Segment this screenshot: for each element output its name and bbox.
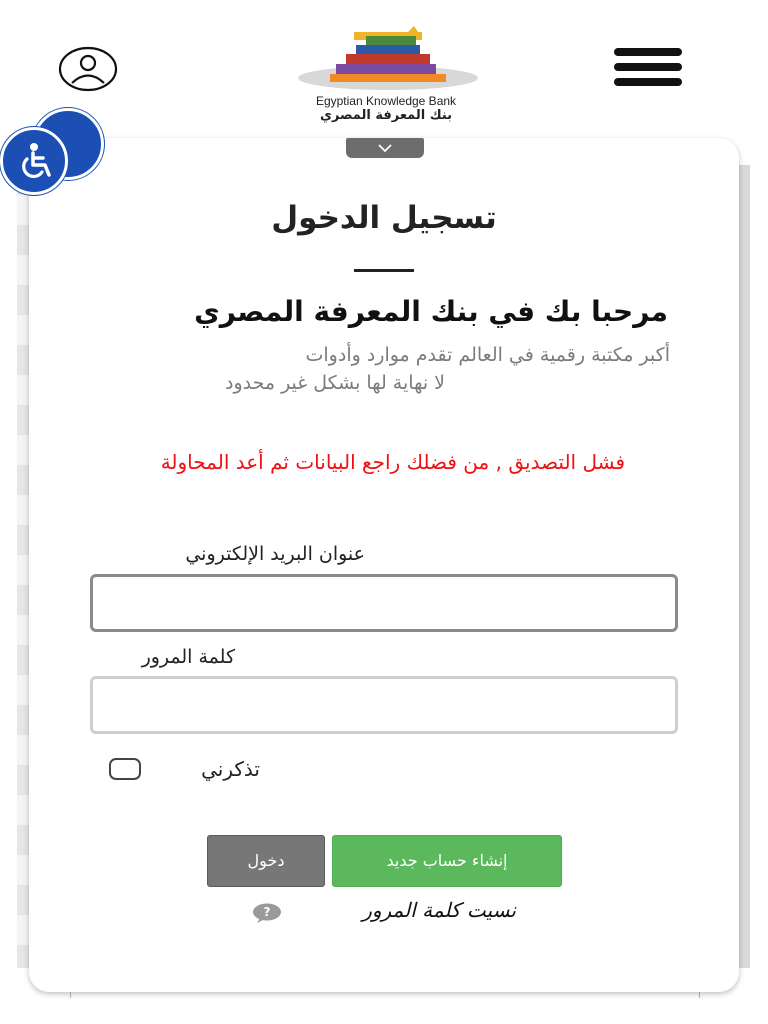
forgot-password-link[interactable]: ? نسيت كلمة المرور — [252, 896, 516, 928]
site-header: Egyptian Knowledge Bank بنك المعرفة المص… — [0, 0, 768, 160]
forgot-password-text[interactable]: نسيت كلمة المرور — [286, 898, 516, 922]
remember-me-checkbox[interactable] — [109, 758, 141, 780]
welcome-description: أكبر مكتبة رقمية في العالم تقدم موارد وأ… — [60, 341, 670, 397]
books-logo-graphic — [298, 26, 478, 90]
title-divider — [354, 269, 414, 272]
logo-text-ar: بنك المعرفة المصري — [319, 108, 453, 123]
ekb-logo[interactable]: Egyptian Knowledge Bank بنك المعرفة المص… — [290, 24, 482, 128]
password-field[interactable] — [90, 676, 678, 734]
email-field[interactable] — [90, 574, 678, 632]
wheelchair-icon — [22, 143, 51, 179]
chevron-down-icon — [378, 144, 392, 153]
page-title: تسجيل الدخول — [271, 200, 497, 236]
background-strip-right — [738, 165, 750, 968]
menu-icon[interactable] — [612, 46, 684, 88]
remember-me-label[interactable]: تذكرني — [160, 757, 260, 781]
register-button[interactable]: إنشاء حساب جديد — [332, 835, 562, 887]
question-icon: ? — [253, 903, 281, 923]
description-line-1: أكبر مكتبة رقمية في العالم تقدم موارد وأ… — [305, 344, 670, 366]
accessibility-button[interactable] — [0, 127, 68, 195]
logo-text-en: Egyptian Knowledge Bank — [315, 94, 457, 108]
user-icon[interactable] — [58, 46, 118, 92]
svg-text:?: ? — [264, 905, 271, 919]
welcome-heading: مرحبا بك في بنك المعرفة المصري — [194, 295, 668, 328]
header-dropdown-toggle[interactable] — [346, 138, 424, 158]
email-label: عنوان البريد الإلكتروني — [185, 543, 365, 565]
error-message: فشل التصديق , من فضلك راجع البيانات ثم أ… — [160, 450, 625, 474]
password-label: كلمة المرور — [141, 646, 235, 668]
background-strip-left — [17, 165, 29, 968]
description-line-2: لا نهاية لها بشكل غير محدود — [224, 372, 445, 394]
login-button[interactable]: دخول — [207, 835, 325, 887]
